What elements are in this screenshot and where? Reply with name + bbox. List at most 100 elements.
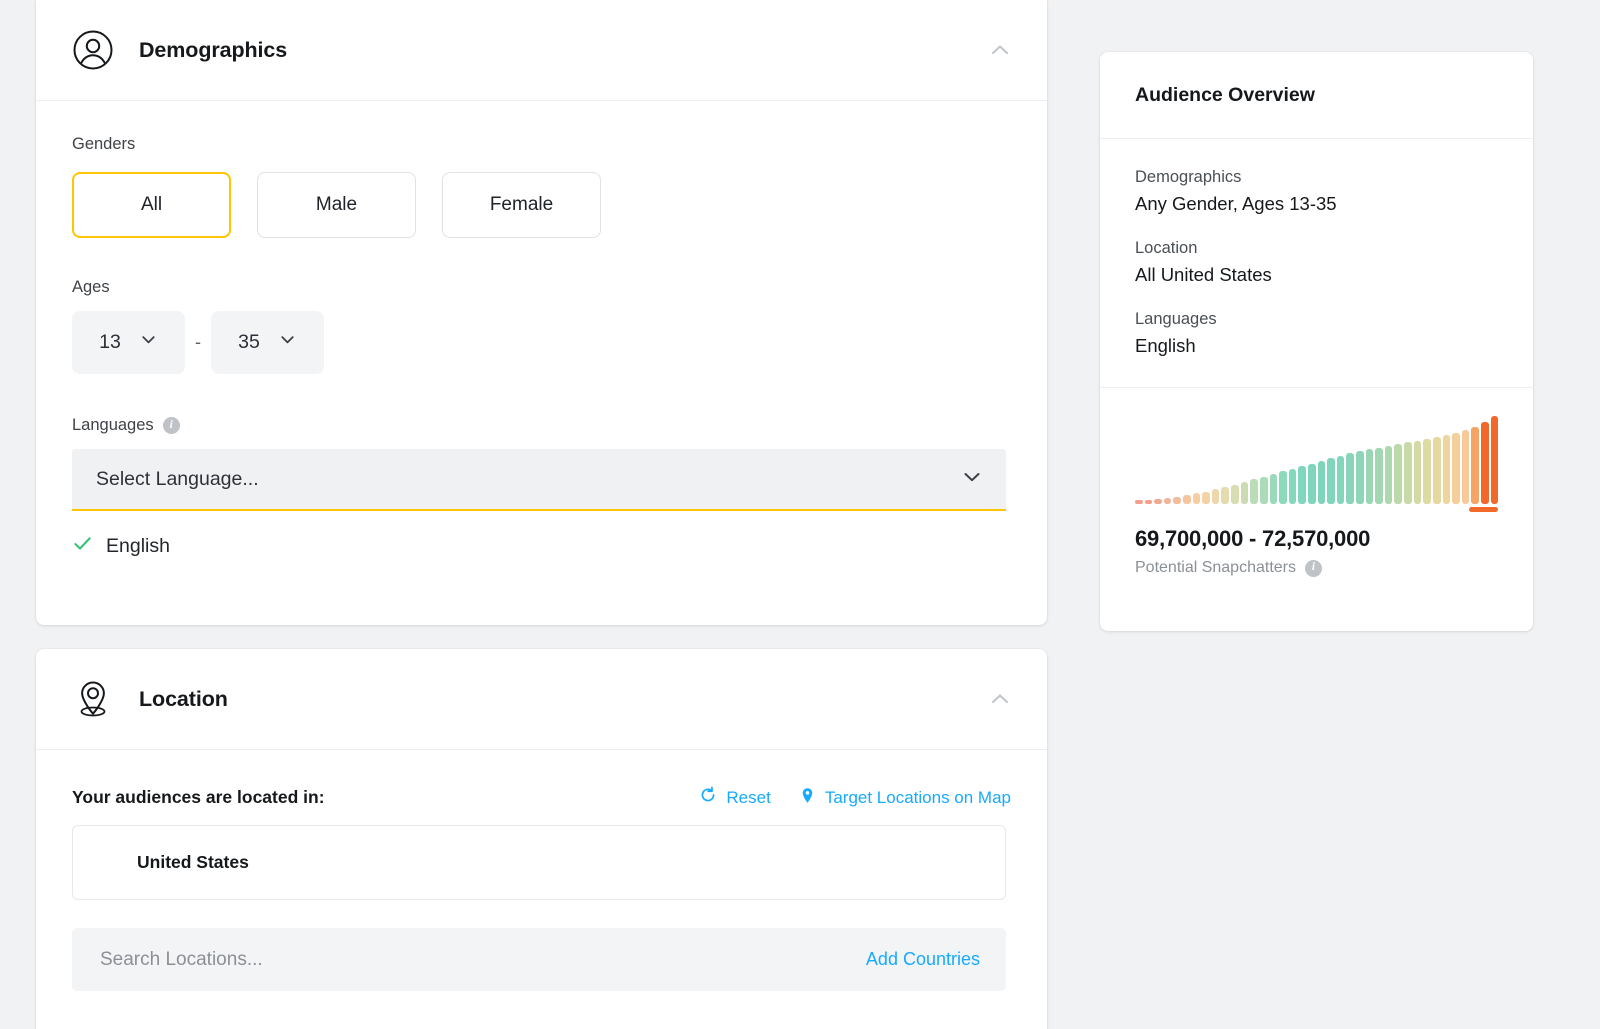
audience-builder-page: Demographics Genders All Male Female Age… (0, 0, 1600, 1029)
location-card: Location Your audiences are located in: (36, 649, 1047, 1029)
overview-key: Languages (1135, 310, 1498, 329)
page-title: Demographics (139, 38, 287, 63)
map-pin-filled-icon (799, 787, 816, 809)
age-min-value: 13 (99, 331, 121, 354)
reach-gauge-bar (1173, 497, 1181, 504)
list-item[interactable]: United States (137, 852, 249, 873)
info-icon[interactable]: i (1305, 560, 1322, 577)
add-countries-button[interactable]: Add Countries (866, 949, 980, 970)
language-select-placeholder: Select Language... (96, 468, 259, 491)
reach-gauge-bar (1471, 427, 1479, 504)
reach-gauge-bar (1375, 448, 1383, 504)
reach-gauge-bar (1241, 482, 1249, 504)
demographics-card-header: Demographics (36, 0, 1047, 101)
gender-option-male[interactable]: Male (257, 172, 416, 238)
reach-gauge-bar (1394, 444, 1402, 504)
languages-label-text: Languages (72, 416, 154, 435)
reach-gauge-bar (1327, 458, 1335, 504)
potential-reach-caption: Potential Snapchatters (1135, 559, 1296, 577)
overview-row-demographics: Demographics Any Gender, Ages 13-35 (1135, 168, 1498, 215)
audience-overview-card: Audience Overview Demographics Any Gende… (1100, 52, 1533, 631)
reach-gauge-bar (1308, 464, 1316, 504)
overview-value: English (1135, 335, 1498, 357)
reach-gauge-chart (1135, 414, 1498, 504)
audience-overview-header: Audience Overview (1100, 52, 1533, 139)
reach-gauge-bar (1423, 439, 1431, 504)
reach-gauge-bar (1433, 437, 1441, 504)
reach-gauge-bar (1145, 500, 1153, 504)
reach-gauge-bar (1289, 469, 1297, 504)
location-card-body: Your audiences are located in: Reset (36, 750, 1047, 991)
languages-label: Languages i (72, 416, 1011, 435)
reach-gauge-bar (1356, 451, 1364, 504)
reach-gauge-bar (1270, 474, 1278, 504)
age-min-select[interactable]: 13 (72, 311, 185, 374)
reach-gauge-bar (1414, 441, 1422, 504)
info-icon[interactable]: i (163, 417, 180, 434)
reach-gauge-bar (1298, 466, 1306, 504)
reach-gauge-bar (1462, 430, 1470, 504)
potential-reach-caption-row: Potential Snapchatters i (1135, 559, 1498, 577)
location-title: Location (139, 687, 228, 712)
reach-gauge-bar (1346, 453, 1354, 504)
demographics-collapse-toggle[interactable] (983, 33, 1017, 67)
location-card-header: Location (36, 649, 1047, 750)
age-max-select[interactable]: 35 (211, 311, 324, 374)
gender-option-female[interactable]: Female (442, 172, 601, 238)
ages-label: Ages (72, 278, 1011, 297)
location-search-row[interactable]: Search Locations... Add Countries (72, 928, 1006, 991)
demographics-card-body: Genders All Male Female Ages 13 - (36, 101, 1047, 559)
ages-range-group: 13 - 35 (72, 311, 1011, 374)
overview-key: Demographics (1135, 168, 1498, 187)
age-max-value: 35 (238, 331, 260, 354)
reach-gauge-bar (1212, 489, 1220, 504)
selected-language-item[interactable]: English (72, 533, 1011, 559)
refresh-icon (699, 786, 717, 809)
language-select[interactable]: Select Language... (72, 449, 1006, 511)
person-circle-icon (72, 29, 114, 71)
search-locations-input[interactable]: Search Locations... (100, 949, 263, 971)
selected-language-label: English (106, 535, 170, 558)
reach-gauge-highlight-underline (1469, 507, 1498, 512)
reset-locations-button[interactable]: Reset (699, 786, 770, 809)
genders-label: Genders (72, 135, 1011, 154)
reach-gauge-bar (1385, 446, 1393, 504)
overview-value: All United States (1135, 264, 1498, 286)
reach-gauge-bar (1202, 492, 1210, 504)
reach-gauge-bar (1164, 498, 1172, 504)
age-range-separator: - (185, 332, 211, 353)
reach-gauge-bar (1193, 493, 1201, 504)
reach-gauge-bar (1183, 495, 1191, 504)
overview-value: Any Gender, Ages 13-35 (1135, 193, 1498, 215)
gender-options-group: All Male Female (72, 172, 1011, 238)
selected-locations-list: United States (72, 825, 1006, 900)
location-toolbar: Your audiences are located in: Reset (72, 786, 1011, 809)
reach-gauge-bar (1491, 416, 1499, 504)
reach-gauge-bar (1337, 456, 1345, 504)
chevron-down-icon (278, 330, 297, 355)
check-icon (72, 533, 93, 559)
audience-overview-summary: Demographics Any Gender, Ages 13-35 Loca… (1100, 139, 1533, 388)
map-pin-outline-icon (72, 678, 114, 720)
reach-gauge-bar (1481, 422, 1489, 504)
reach-gauge-bar (1221, 487, 1229, 504)
reach-gauge-bar (1279, 471, 1287, 504)
gender-option-all[interactable]: All (72, 172, 231, 238)
reach-gauge-bar (1260, 477, 1268, 504)
potential-reach-section: 69,700,000 - 72,570,000 Potential Snapch… (1100, 388, 1533, 577)
target-locations-on-map-button[interactable]: Target Locations on Map (799, 787, 1011, 809)
reach-gauge-bar (1404, 442, 1412, 504)
location-lead-text: Your audiences are located in: (72, 787, 325, 808)
audience-overview-title: Audience Overview (1135, 84, 1315, 107)
reach-gauge-bar (1318, 461, 1326, 504)
reach-gauge-bar (1135, 500, 1143, 504)
demographics-card: Demographics Genders All Male Female Age… (36, 0, 1047, 625)
location-actions: Reset Target Locations on Map (699, 786, 1011, 809)
potential-reach-value: 69,700,000 - 72,570,000 (1135, 526, 1498, 552)
reach-gauge-bar (1452, 433, 1460, 504)
overview-row-languages: Languages English (1135, 310, 1498, 357)
overview-key: Location (1135, 239, 1498, 258)
location-collapse-toggle[interactable] (983, 682, 1017, 716)
reach-gauge-bar (1250, 479, 1258, 504)
overview-row-location: Location All United States (1135, 239, 1498, 286)
